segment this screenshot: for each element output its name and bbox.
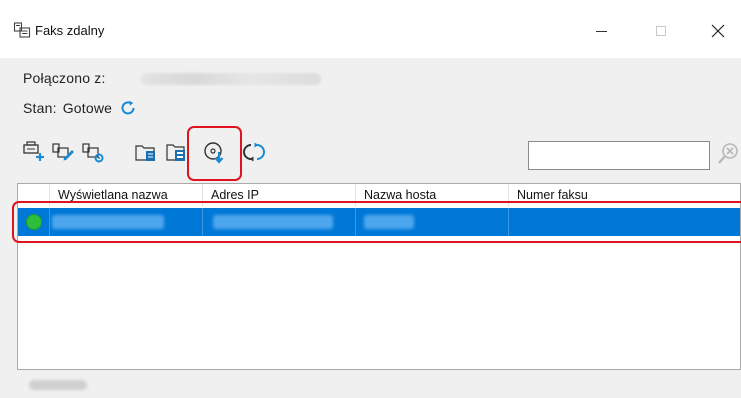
fax-number-cell: [509, 208, 740, 236]
status-bar-text: [29, 380, 87, 390]
status-label: Stan:: [23, 100, 57, 116]
maximize-button[interactable]: [643, 16, 679, 46]
edit-printer-button[interactable]: [50, 138, 76, 166]
column-header-fax-number[interactable]: Numer faksu: [509, 184, 741, 206]
search-clear-icon[interactable]: [716, 141, 740, 167]
fax-device-list[interactable]: Wyświetlana nazwa Adres IP Nazwa hosta N…: [17, 183, 741, 370]
window-title: Faks zdalny: [35, 23, 105, 38]
maximize-icon: [656, 26, 666, 36]
column-header-display-name[interactable]: Wyświetlana nazwa: [50, 184, 203, 206]
display-name-value: [52, 215, 164, 229]
download-button[interactable]: [201, 138, 227, 166]
table-row[interactable]: [18, 208, 740, 236]
printer-edit-icon: [52, 143, 74, 161]
host-name-cell: [356, 208, 509, 236]
close-button[interactable]: [700, 16, 736, 46]
connected-value: [141, 73, 321, 85]
column-header-status[interactable]: [18, 184, 50, 206]
status-value: Gotowe: [62, 100, 113, 116]
online-status-icon: [25, 214, 42, 230]
list-header: Wyświetlana nazwa Adres IP Nazwa hosta N…: [18, 184, 740, 207]
add-printer-button[interactable]: [20, 138, 46, 166]
column-header-ip-address[interactable]: Adres IP: [203, 184, 356, 206]
title-bar: Faks zdalny: [0, 0, 741, 58]
ip-address-cell: [203, 208, 356, 236]
status-row: Stan: Gotowe: [23, 99, 137, 117]
close-icon: [711, 24, 725, 38]
fax-app-icon: [13, 22, 31, 38]
fax-folder-icon: [135, 145, 155, 161]
ip-address-value: [213, 215, 333, 229]
status-cell: [18, 208, 50, 236]
column-header-host-name[interactable]: Nazwa hosta: [356, 184, 509, 206]
host-name-value: [364, 215, 414, 229]
printer-settings-button[interactable]: [80, 138, 106, 166]
minimize-icon: [595, 30, 607, 32]
fax-document-button[interactable]: [163, 138, 189, 166]
printer-settings-icon: [82, 143, 104, 163]
refresh-icon[interactable]: [119, 99, 137, 117]
download-disc-icon: [204, 142, 224, 164]
add-printer-icon: [23, 141, 44, 161]
fax-folder-button[interactable]: [133, 138, 159, 166]
search-input[interactable]: [528, 141, 710, 170]
connected-label: Połączono z:: [23, 70, 106, 86]
fax-document-icon: [166, 144, 185, 161]
display-name-cell: [50, 208, 203, 236]
sync-button[interactable]: [241, 138, 267, 166]
minimize-button[interactable]: [583, 16, 619, 46]
sync-icon: [243, 142, 265, 162]
